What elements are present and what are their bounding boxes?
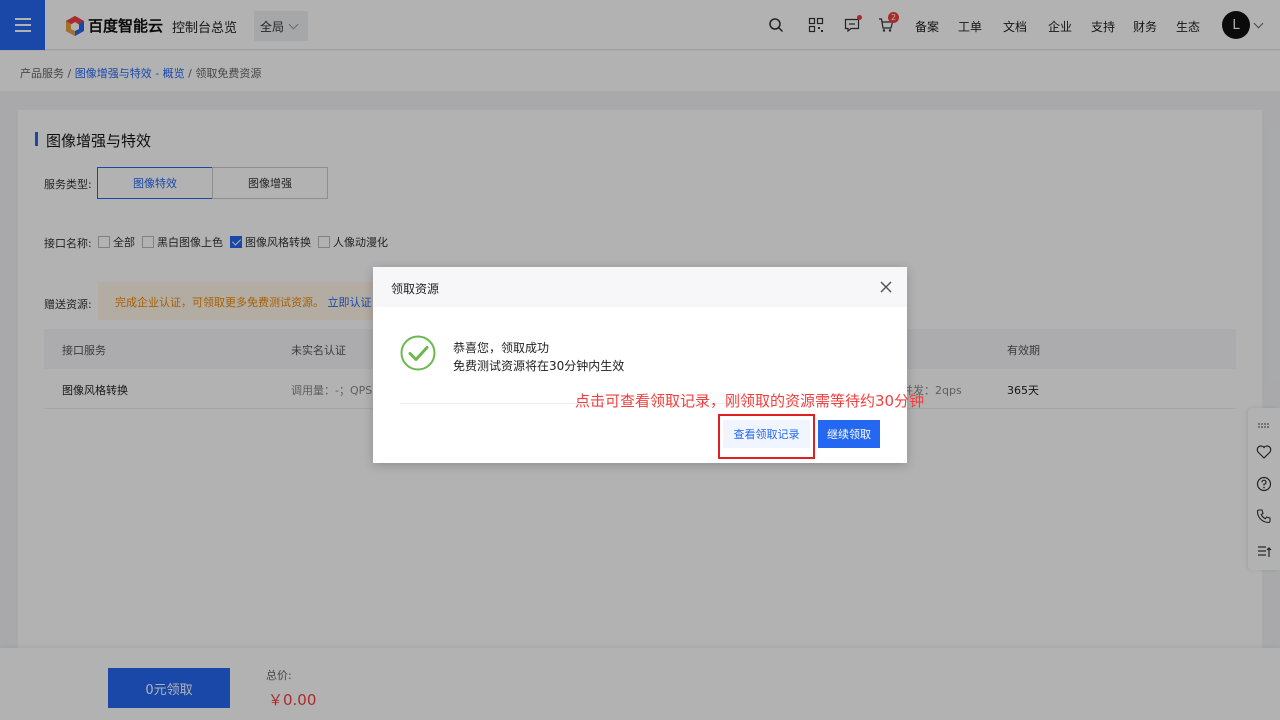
- close-icon[interactable]: [880, 281, 892, 293]
- success-title: 恭喜您，领取成功: [453, 341, 550, 355]
- success-description: 免费测试资源将在30分钟内生效: [453, 359, 625, 373]
- dialog-title: 领取资源: [391, 282, 440, 296]
- success-check-icon: [400, 335, 436, 371]
- annotation-text: 点击可查看领取记录，刚领取的资源需等待约30分钟: [575, 392, 925, 410]
- dialog-header: 领取资源: [373, 267, 907, 307]
- continue-claim-button[interactable]: 继续领取: [818, 420, 880, 448]
- view-claim-record-button[interactable]: 查看领取记录: [723, 420, 810, 448]
